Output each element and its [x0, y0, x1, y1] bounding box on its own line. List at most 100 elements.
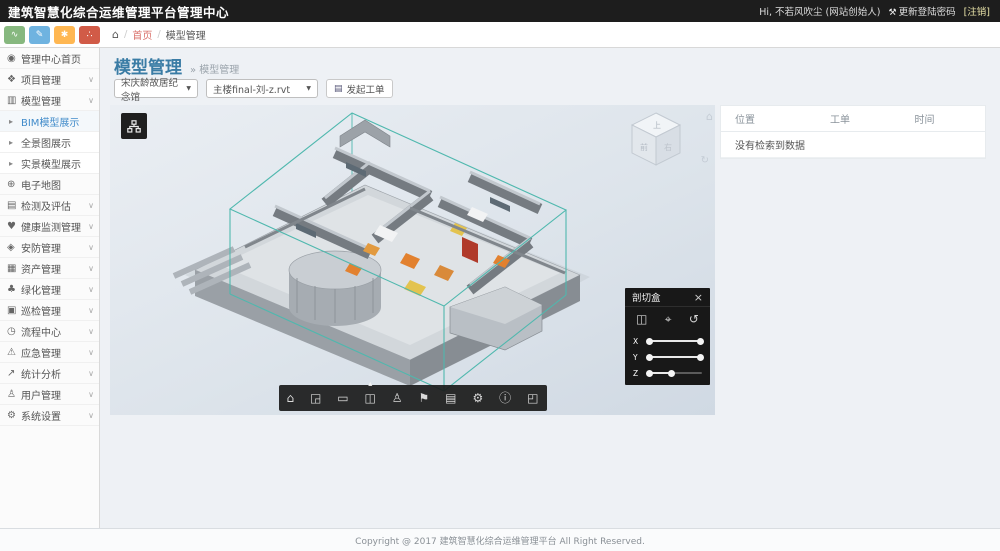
measure-button[interactable]: ▭ — [337, 392, 348, 404]
app-title: 建筑智慧化综合运维管理平台管理中心 — [0, 2, 229, 21]
slider-handle[interactable] — [697, 338, 704, 345]
orbit-icon[interactable]: ↻ — [701, 155, 709, 166]
chevron-down-icon: ∨ — [88, 96, 94, 105]
sidebar-submenu-models: ▸ BIM模型展示 ▸ 全景图展示 ▸ 实景模型展示 — [0, 111, 99, 174]
view-home-icon[interactable]: ⌂ — [706, 110, 713, 123]
model-controls: 宋庆龄故居纪念馆 ▼ 主楼final-刘-z.rvt ▼ ▤ 发起工单 — [114, 79, 393, 98]
quick-edit-button[interactable]: ✎ — [29, 26, 50, 44]
clip-box-icon[interactable]: ◫ — [636, 312, 647, 326]
sidebar-item-home[interactable]: ◉ 管理中心首页 — [0, 48, 99, 69]
cube-front-label: 前 — [640, 142, 648, 152]
chevron-down-icon: ∨ — [88, 243, 94, 252]
sidebar-subitem-panorama[interactable]: ▸ 全景图展示 — [0, 132, 99, 153]
slider-handle[interactable] — [646, 338, 653, 345]
sidebar-item-users[interactable]: ♙ 用户管理 ∨ — [0, 384, 99, 405]
create-work-order-button[interactable]: ▤ 发起工单 — [326, 79, 393, 98]
select-inspect-button[interactable]: ◲ — [310, 392, 321, 404]
clip-slider-x[interactable] — [646, 340, 702, 342]
share-nodes-icon: ❖ — [7, 74, 21, 85]
tree-icon: ♣ — [7, 284, 21, 295]
quick-share-button[interactable]: ∴ — [79, 26, 100, 44]
viewer-settings-button[interactable]: ⚙ — [472, 392, 483, 404]
cube-top-label: 上 — [653, 121, 661, 130]
home-icon[interactable]: ⌂ — [112, 28, 119, 41]
chevron-down-icon: ∨ — [88, 201, 94, 210]
clip-reset-icon[interactable]: ↺ — [689, 312, 699, 326]
project-select[interactable]: 宋庆龄故居纪念馆 ▼ — [114, 79, 198, 98]
clip-slider-y[interactable] — [646, 356, 702, 358]
calendar-icon: ▤ — [7, 200, 21, 211]
sidebar-item-inspection-eval[interactable]: ▤ 检测及评估 ∨ — [0, 195, 99, 216]
clip-focus-icon[interactable]: ⌖ — [665, 312, 672, 327]
sidebar-item-patrol[interactable]: ▣ 巡检管理 ∨ — [0, 300, 99, 321]
clock-icon: ◷ — [7, 326, 21, 337]
roam-button[interactable]: ⚑ — [418, 392, 429, 404]
chevron-down-icon: ∨ — [88, 348, 94, 357]
fullscreen-button[interactable]: ◰ — [527, 392, 538, 404]
copyright-text: Copyright @ 2017 建筑智慧化综合运维管理平台 All Right… — [355, 534, 645, 547]
bullet-icon: ▸ — [9, 159, 21, 168]
sidebar-item-settings[interactable]: ⚙ 系统设置 ∨ — [0, 405, 99, 426]
sitemap-icon — [127, 120, 141, 133]
sidebar-item-greening[interactable]: ♣ 绿化管理 ∨ — [0, 279, 99, 300]
slider-handle[interactable] — [646, 354, 653, 361]
caret-down-icon: ▼ — [186, 85, 191, 92]
sidebar: ◉ 管理中心首页 ❖ 项目管理 ∨ ▥ 模型管理 ∨ ▸ BIM模型展示 ▸ 全… — [0, 48, 100, 528]
footer: Copyright @ 2017 建筑智慧化综合运维管理平台 All Right… — [0, 528, 1000, 551]
section-button[interactable]: ▴◫ — [365, 392, 376, 404]
walkthrough-button[interactable]: ♙ — [392, 392, 403, 404]
sidebar-item-assets[interactable]: ▦ 资产管理 ∨ — [0, 258, 99, 279]
calendar-check-icon: ▣ — [7, 305, 21, 316]
slider-handle[interactable] — [668, 370, 675, 377]
column-time: 时间 — [901, 111, 985, 126]
share-icon: ∴ — [87, 30, 93, 40]
view-cube[interactable]: 上 前 右 — [627, 109, 697, 175]
clip-box-panel: 剖切盒 × ◫ ⌖ ↺ X Y — [625, 288, 710, 385]
chevron-down-icon: ∨ — [88, 75, 94, 84]
quick-actions: ∿ ✎ ✱ ∴ — [0, 26, 100, 44]
sidebar-item-process[interactable]: ◷ 流程中心 ∨ — [0, 321, 99, 342]
chevron-down-icon: ∨ — [88, 285, 94, 294]
sidebar-item-models[interactable]: ▥ 模型管理 ∨ — [0, 90, 99, 111]
toolbar-breadcrumb-bar: ∿ ✎ ✱ ∴ ⌂ / 首页 / 模型管理 — [0, 22, 1000, 48]
gear-icon: ⚙ — [7, 410, 21, 421]
sidebar-subitem-reality[interactable]: ▸ 实景模型展示 — [0, 153, 99, 174]
column-location: 位置 — [721, 111, 816, 126]
viewer-home-button[interactable]: ⌂ — [286, 392, 294, 404]
chevron-down-icon: ∨ — [88, 390, 94, 399]
model-tree-button[interactable] — [121, 113, 147, 139]
breadcrumb-home[interactable]: 首页 — [132, 27, 152, 42]
sidebar-item-map[interactable]: ⊕ 电子地图 — [0, 174, 99, 195]
model-file-select[interactable]: 主楼final-刘-z.rvt ▼ — [206, 79, 318, 98]
clip-slider-z[interactable] — [646, 372, 702, 374]
user-greeting: Hi, 不若风吹尘 (网站创始人) — [759, 4, 880, 18]
bullet-icon: ▸ — [9, 138, 21, 147]
cube-right-label: 右 — [664, 142, 672, 152]
top-header: 建筑智慧化综合运维管理平台管理中心 Hi, 不若风吹尘 (网站创始人) ⚒更新登… — [0, 0, 1000, 22]
chevron-down-icon: ∨ — [88, 222, 94, 231]
logout-link[interactable]: [注销] — [964, 4, 990, 18]
quick-chart-button[interactable]: ∿ — [4, 26, 25, 44]
chevron-down-icon: ∨ — [88, 327, 94, 336]
chevron-down-icon: ∨ — [88, 411, 94, 420]
column-workorder: 工单 — [816, 111, 900, 126]
pencil-icon: ✎ — [36, 30, 44, 40]
chevron-down-icon: ∨ — [88, 306, 94, 315]
sidebar-item-health[interactable]: ♥ 健康监测管理 ∨ — [0, 216, 99, 237]
close-icon[interactable]: × — [694, 292, 703, 303]
info-button[interactable]: ⓘ — [499, 392, 511, 404]
sidebar-item-projects[interactable]: ❖ 项目管理 ∨ — [0, 69, 99, 90]
table-header-row: 位置 工单 时间 — [721, 106, 985, 132]
active-tool-marker: ▴ — [368, 380, 372, 388]
app-root: 建筑智慧化综合运维管理平台管理中心 Hi, 不若风吹尘 (网站创始人) ⚒更新登… — [0, 0, 1000, 551]
slider-handle[interactable] — [697, 354, 704, 361]
slider-handle[interactable] — [646, 370, 653, 377]
update-password-link[interactable]: ⚒更新登陆密码 — [888, 4, 955, 18]
sidebar-item-statistics[interactable]: ↗ 统计分析 ∨ — [0, 363, 99, 384]
properties-button[interactable]: ▤ — [445, 392, 456, 404]
sidebar-subitem-bim[interactable]: ▸ BIM模型展示 — [0, 111, 99, 132]
sidebar-item-security[interactable]: ◈ 安防管理 ∨ — [0, 237, 99, 258]
globe-icon: ⊕ — [7, 179, 21, 190]
quick-paw-button[interactable]: ✱ — [54, 26, 75, 44]
sidebar-item-emergency[interactable]: ⚠ 应急管理 ∨ — [0, 342, 99, 363]
